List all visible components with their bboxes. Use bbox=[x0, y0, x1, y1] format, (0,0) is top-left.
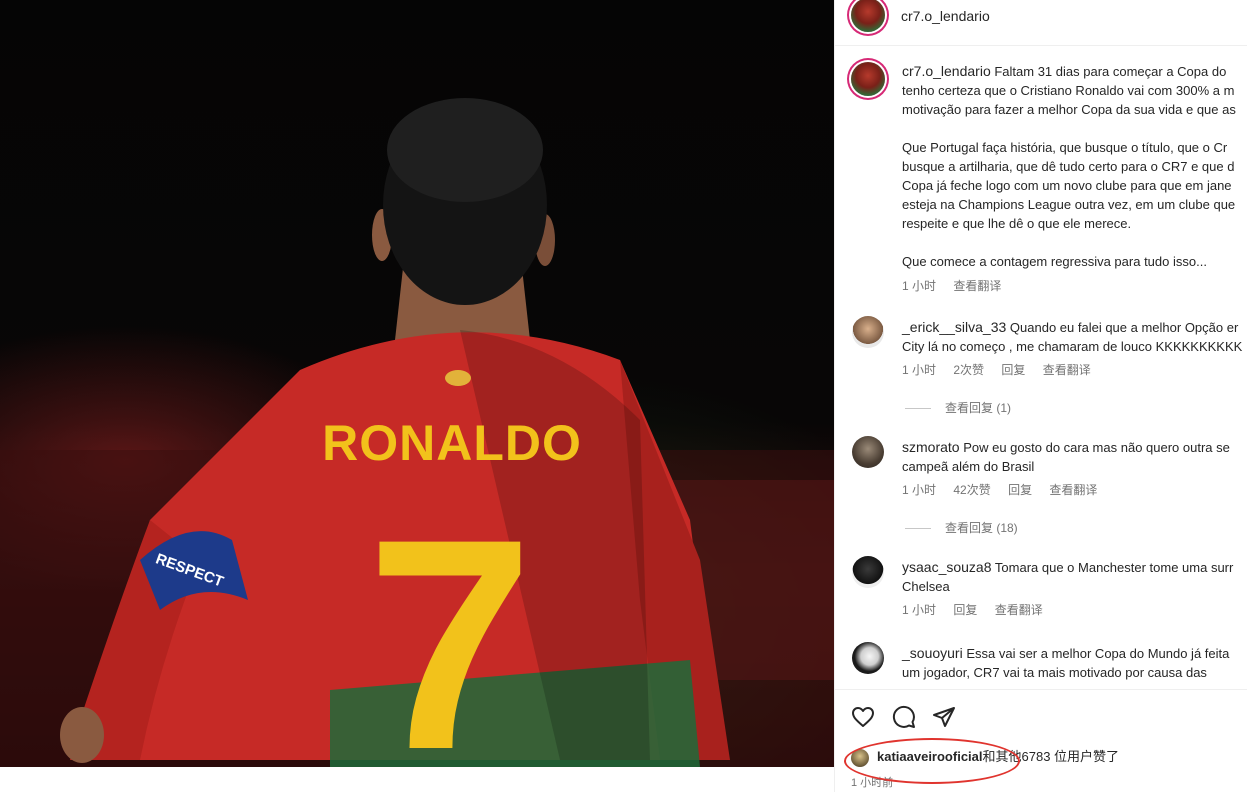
likes-count-text: 和其他6783 位用户赞了 bbox=[982, 749, 1120, 764]
comment-time[interactable]: 1 小时 bbox=[902, 483, 936, 497]
comment-username[interactable]: szmorato bbox=[902, 439, 960, 455]
comment-item: _erick__silva_33 Quando eu falei que a m… bbox=[835, 316, 1247, 386]
caption-avatar[interactable] bbox=[851, 62, 885, 96]
caption-line: respeite e que lhe dê o que ele merece. bbox=[902, 216, 1132, 231]
jersey-name: RONALDO bbox=[322, 415, 582, 471]
jersey-number: 7 bbox=[367, 476, 534, 767]
post-side-panel: cr7.o_lendario cr7.o_lendario Faltam 31 … bbox=[834, 0, 1247, 792]
caption-line: busque a artilharia, que dê tudo certo p… bbox=[902, 159, 1235, 174]
view-replies-label: 查看回复 (1) bbox=[945, 401, 1012, 415]
comment-icon[interactable] bbox=[892, 705, 916, 729]
caption-line: tenho certeza que o Cristiano Ronaldo va… bbox=[902, 83, 1235, 98]
comment-reply-button[interactable]: 回复 bbox=[1008, 483, 1032, 497]
comment-time[interactable]: 1 小时 bbox=[902, 363, 936, 377]
caption-translate-link[interactable]: 查看翻译 bbox=[953, 279, 1001, 293]
commenter-avatar[interactable] bbox=[852, 436, 884, 468]
comment-item: ysaac_souza8 Tomara que o Manchester tom… bbox=[835, 556, 1247, 626]
caption-line: Que Portugal faça história, que busque o… bbox=[902, 140, 1228, 155]
author-username[interactable]: cr7.o_lendario bbox=[901, 8, 990, 24]
caption-line: esteja na Champions League outra vez, em… bbox=[902, 197, 1236, 212]
likes-summary[interactable]: katiaaveirooficial和其他6783 位用户赞了 bbox=[851, 746, 1119, 767]
replies-divider bbox=[905, 528, 931, 530]
comment-text: campeã além do Brasil bbox=[902, 459, 1035, 474]
author-avatar[interactable] bbox=[851, 0, 885, 32]
comment-reply-button[interactable]: 回复 bbox=[1001, 363, 1025, 377]
comment-text: Quando eu falei que a melhor Opção er bbox=[1009, 320, 1239, 335]
caption-line: Que comece a contagem regressiva para tu… bbox=[902, 254, 1207, 269]
caption-line: Faltam 31 dias para começar a Copa do bbox=[994, 64, 1227, 79]
comment-likes[interactable]: 42次赞 bbox=[953, 483, 990, 497]
comment-text: Pow eu gosto do cara mas não quero outra… bbox=[963, 440, 1230, 455]
comment-text: Tomara que o Manchester tome uma surr bbox=[994, 560, 1234, 575]
comment-text: Chelsea bbox=[902, 579, 950, 594]
comment-username[interactable]: ysaac_souza8 bbox=[902, 559, 992, 575]
commenter-avatar[interactable] bbox=[852, 556, 884, 588]
comment-text: um jogador, CR7 vai ta mais motivado por… bbox=[902, 665, 1207, 680]
comment-text: Essa vai ser a melhor Copa do Mundo já f… bbox=[966, 646, 1230, 661]
player-illustration: RESPECT RONALDO 7 bbox=[0, 98, 834, 767]
heart-icon[interactable] bbox=[851, 705, 875, 729]
comment-text: City lá no começo , me chamaram de louco… bbox=[902, 339, 1243, 354]
comment-translate-link[interactable]: 查看翻译 bbox=[1049, 483, 1097, 497]
liker-username[interactable]: katiaaveirooficial bbox=[877, 749, 983, 764]
replies-divider bbox=[905, 408, 931, 410]
caption-body: cr7.o_lendario Faltam 31 dias para começ… bbox=[902, 62, 1247, 296]
caption-username[interactable]: cr7.o_lendario bbox=[902, 63, 991, 79]
liker-avatar bbox=[851, 748, 869, 767]
comment-item: szmorato Pow eu gosto do cara mas não qu… bbox=[835, 436, 1247, 506]
comment-time[interactable]: 1 小时 bbox=[902, 603, 936, 617]
comment-translate-link[interactable]: 查看翻译 bbox=[1043, 363, 1091, 377]
caption-line: Copa já feche logo com um novo clube par… bbox=[902, 178, 1232, 193]
view-replies-button[interactable]: 查看回复 (18) bbox=[905, 519, 1018, 536]
view-replies-button[interactable]: 查看回复 (1) bbox=[905, 399, 1011, 416]
comment-username[interactable]: _souoyuri bbox=[902, 645, 963, 661]
caption-line: motivação para fazer a melhor Copa da su… bbox=[902, 102, 1236, 117]
comment-likes[interactable]: 2次赞 bbox=[953, 363, 984, 377]
photo-bottom-strip bbox=[0, 767, 834, 792]
share-icon[interactable] bbox=[932, 705, 956, 729]
post-photo[interactable]: RESPECT RONALDO 7 bbox=[0, 0, 834, 767]
view-replies-label: 查看回复 (18) bbox=[945, 521, 1018, 535]
comment-reply-button[interactable]: 回复 bbox=[953, 603, 977, 617]
post-time[interactable]: 1 小时前 bbox=[851, 774, 893, 790]
commenter-avatar[interactable] bbox=[852, 316, 884, 348]
comment-translate-link[interactable]: 查看翻译 bbox=[995, 603, 1043, 617]
comment-item: _souoyuri Essa vai ser a melhor Copa do … bbox=[835, 642, 1247, 688]
commenter-avatar[interactable] bbox=[852, 642, 884, 674]
post-header: cr7.o_lendario bbox=[835, 0, 1247, 46]
post-actions: katiaaveirooficial和其他6783 位用户赞了 1 小时前 bbox=[835, 689, 1247, 792]
caption-time[interactable]: 1 小时 bbox=[902, 279, 936, 293]
comment-username[interactable]: _erick__silva_33 bbox=[902, 319, 1006, 335]
